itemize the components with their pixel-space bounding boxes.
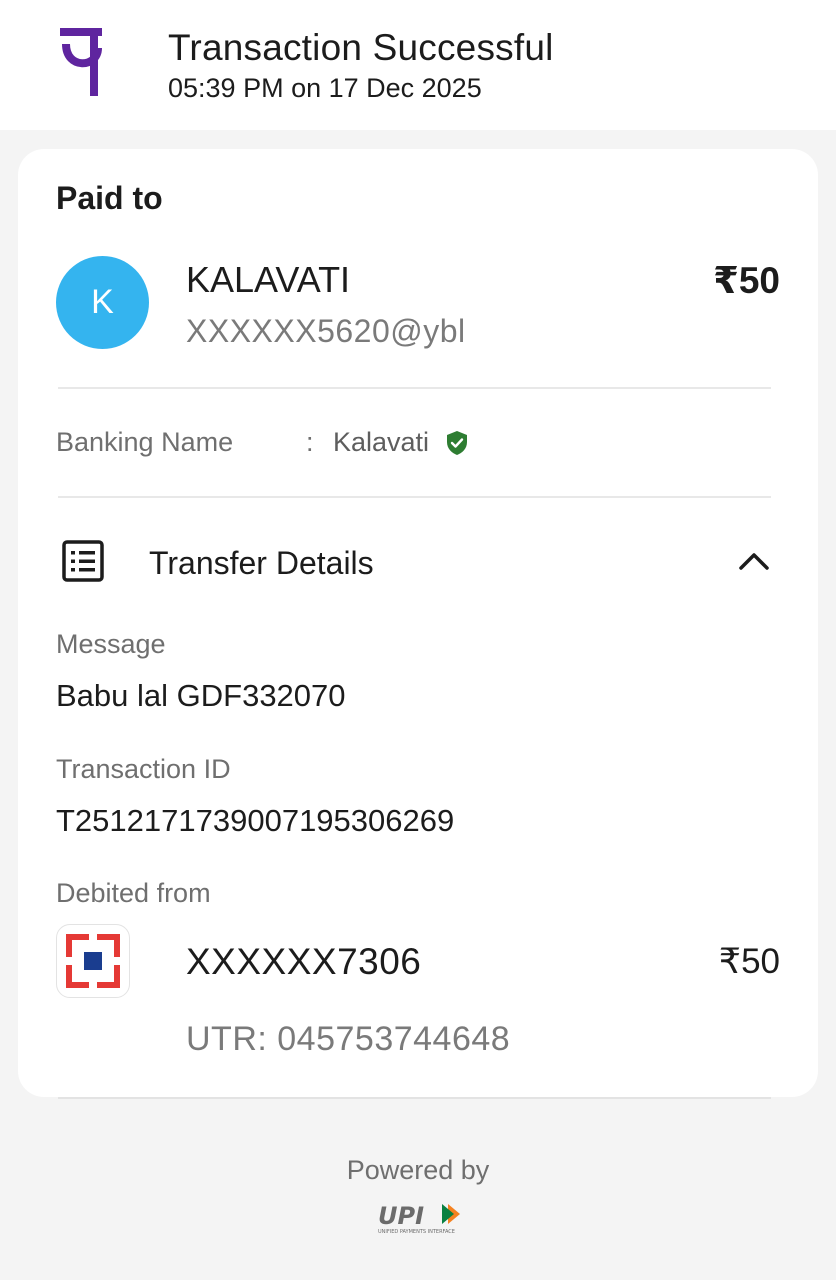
- avatar: K: [56, 256, 149, 349]
- payee-name: KALAVATI: [186, 259, 351, 300]
- debit-amount: ₹50: [718, 942, 780, 981]
- message-value: Babu lal GDF332070: [56, 678, 346, 713]
- divider: [58, 496, 771, 498]
- page-title: Transaction Successful: [168, 27, 554, 68]
- debit-account-number: XXXXXX7306: [186, 941, 422, 982]
- utr-number: UTR: 045753744648: [186, 1020, 511, 1058]
- banking-name-separator: :: [306, 427, 314, 457]
- chevron-up-icon[interactable]: [738, 550, 770, 572]
- transaction-datetime: 05:39 PM on 17 Dec 2025: [168, 73, 482, 103]
- verified-shield-icon: [447, 431, 467, 455]
- divider: [58, 387, 771, 389]
- transaction-card: Paid to K KALAVATI XXXXXX5620@ybl ₹50 Ba…: [18, 149, 818, 1097]
- upi-logo: UPI UNIFIED PAYMENTS INTERFACE: [378, 1202, 460, 1235]
- transaction-id-value: T2512171739007195306269: [56, 803, 455, 838]
- footer-divider: [58, 1097, 771, 1099]
- payee-vpa: XXXXXX5620@ybl: [186, 313, 466, 349]
- upi-tagline: UNIFIED PAYMENTS INTERFACE: [378, 1229, 455, 1235]
- transfer-details-label[interactable]: Transfer Details: [149, 545, 374, 582]
- banking-name-label: Banking Name: [56, 427, 234, 457]
- payee-amount: ₹50: [713, 260, 780, 301]
- paid-to-heading: Paid to: [56, 180, 163, 216]
- pe-logo-icon: [60, 28, 102, 96]
- powered-by-label: Powered by: [346, 1155, 490, 1185]
- upi-logo-text: UPI: [378, 1202, 424, 1230]
- header-bar: Transaction Successful 05:39 PM on 17 De…: [0, 0, 836, 130]
- message-label: Message: [56, 629, 166, 659]
- transfer-details-list-icon: [62, 540, 104, 582]
- transaction-id-label: Transaction ID: [56, 754, 231, 784]
- avatar-letter: K: [91, 283, 114, 321]
- debited-from-label: Debited from: [56, 878, 211, 908]
- bank-logo-icon: [66, 934, 120, 988]
- banking-name-value: Kalavati: [333, 427, 430, 457]
- bank-logo: [56, 924, 130, 998]
